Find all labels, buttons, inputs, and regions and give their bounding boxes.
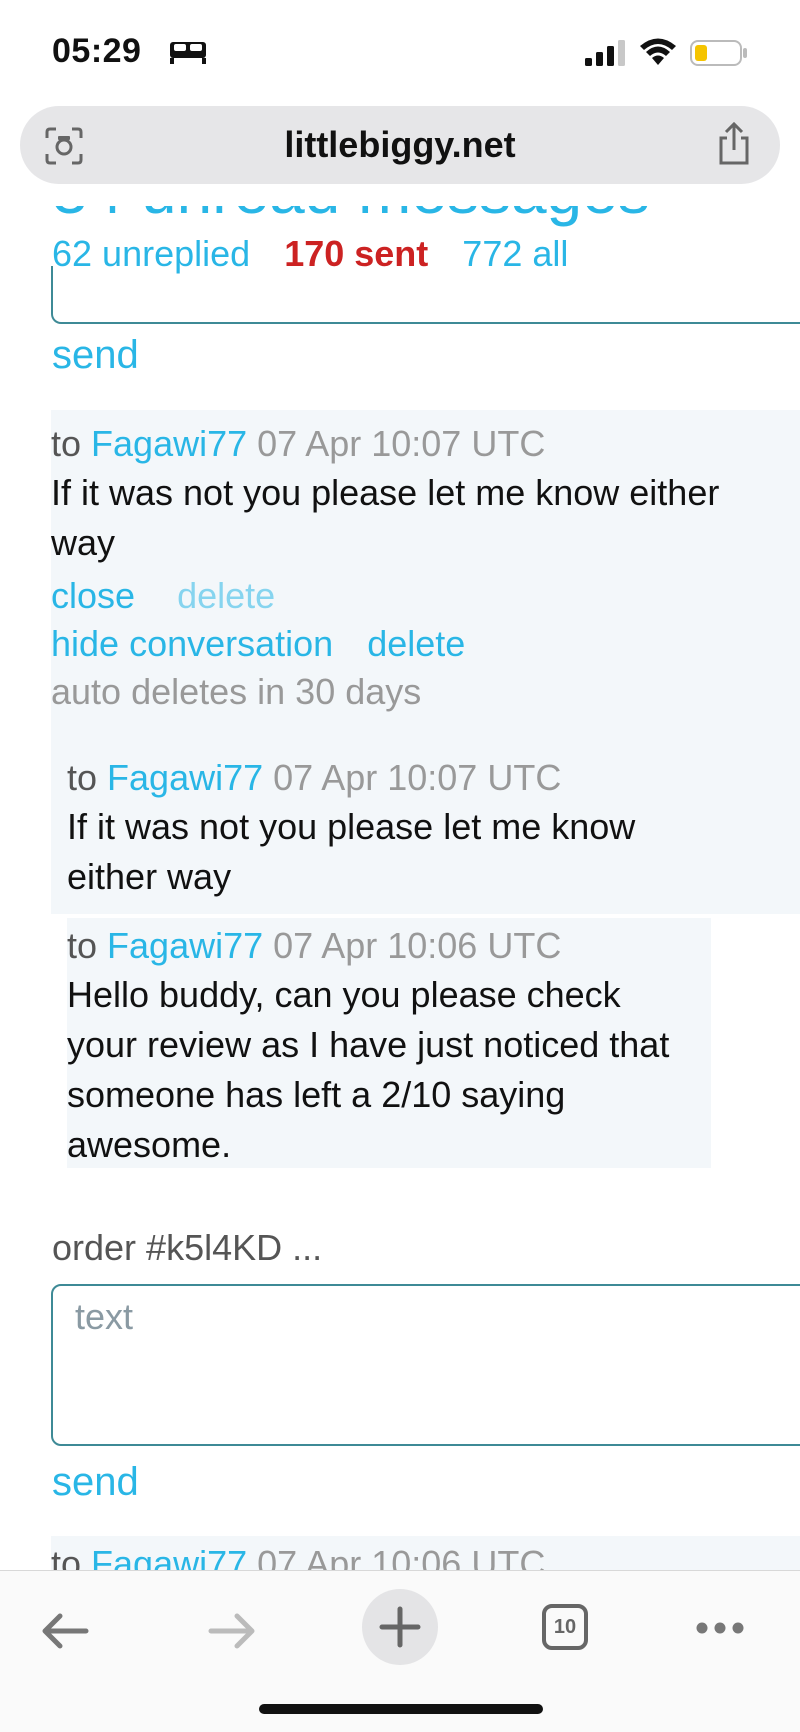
message-timestamp: 07 Apr 10:06 UTC [273,925,562,966]
thread-message: to Fagawi77 07 Apr 10:07 UTC If it was n… [67,750,711,898]
close-link[interactable]: close [51,575,135,616]
message-text: If it was not you please let me know eit… [51,472,720,563]
recipient-link[interactable]: Fagawi77 [107,757,263,798]
page-title: 34 unread messages [52,206,650,228]
thread-message-text: Hello buddy, can you please check your r… [67,974,670,1165]
cellular-signal-icon [585,40,625,66]
address-bar[interactable]: littlebiggy.net [20,106,780,184]
recipient-link[interactable]: Fagawi77 [107,925,263,966]
to-label: to [67,925,98,966]
more-options-icon[interactable] [695,1621,745,1635]
message-timestamp: 07 Apr 10:07 UTC [273,757,562,798]
to-label: to [51,1543,82,1570]
textarea-placeholder: text [75,1296,134,1337]
thread-message: to Fagawi77 07 Apr 10:06 UTC Hello buddy… [67,918,711,1168]
thread-message-meta: to Fagawi77 07 Apr 10:07 UTC [67,754,561,802]
thread-message-text: If it was not you please let me know eit… [67,806,636,897]
home-indicator [259,1704,543,1714]
auto-delete-note: auto deletes in 30 days [51,671,422,712]
new-tab-button[interactable] [362,1589,438,1665]
share-icon[interactable] [714,122,754,166]
message-actions-row1: close delete [51,572,275,620]
to-label: to [67,757,98,798]
reply-textarea[interactable]: text [51,1284,800,1446]
url-text: littlebiggy.net [284,124,516,165]
to-label: to [51,423,82,464]
message-timestamp: 07 Apr 10:07 UTC [257,423,546,464]
message-meta: to Fagawi77 07 Apr 10:06 UTC [51,1540,545,1570]
delete-link-faded[interactable]: delete [177,575,275,616]
wifi-icon [640,38,676,65]
message-actions-row2: hide conversation delete [51,620,465,668]
plus-icon [379,1606,421,1648]
reply-textarea-top[interactable] [51,266,800,324]
recipient-link[interactable]: Fagawi77 [91,423,247,464]
status-bar: 05:29 [0,0,800,105]
tabs-button[interactable]: 10 [542,1604,588,1650]
forward-arrow-icon[interactable] [207,1611,257,1651]
message-card: to Fagawi77 07 Apr 10:06 UTC [51,1536,800,1570]
status-time: 05:29 [52,32,142,70]
message-meta: to Fagawi77 07 Apr 10:07 UTC [51,420,545,468]
page-content: 34 unread messages 62 unreplied 170 sent… [0,206,800,1570]
message-timestamp: 07 Apr 10:06 UTC [257,1543,546,1570]
back-arrow-icon[interactable] [40,1611,90,1651]
delete-conversation-link[interactable]: delete [367,623,465,664]
thread-message-meta: to Fagawi77 07 Apr 10:06 UTC [67,922,561,970]
sleep-focus-icon [170,42,206,64]
send-button-top[interactable]: send [52,333,139,378]
recipient-link[interactable]: Fagawi77 [91,1543,247,1570]
hide-conversation-link[interactable]: hide conversation [51,623,333,664]
order-label: order #k5l4KD ... [52,1227,323,1268]
send-button[interactable]: send [52,1460,139,1505]
battery-low-icon [690,40,747,66]
tabs-count: 10 [553,1616,577,1638]
